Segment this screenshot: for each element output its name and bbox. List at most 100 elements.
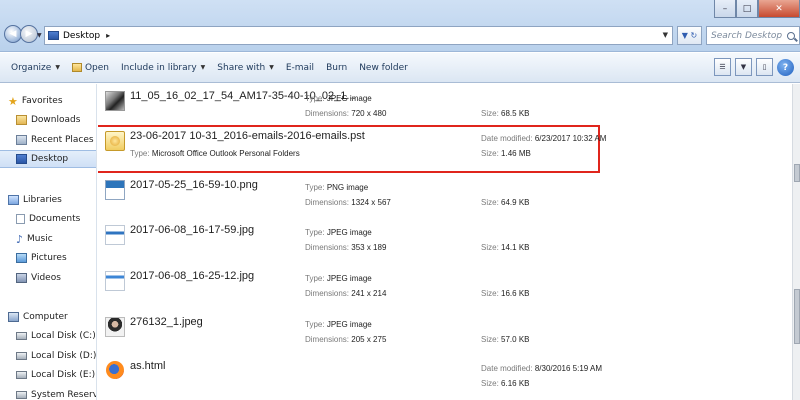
list-item[interactable]: 2017-05-25_16-59-10.png Type: PNG image … — [98, 177, 792, 221]
disk-icon — [16, 371, 27, 379]
nav-label: Music — [27, 234, 53, 244]
downloads-folder-icon — [16, 115, 27, 125]
file-dimensions: Dimensions: 720 x 480 — [305, 109, 387, 118]
file-date-modified: Date modified: 8/30/2016 5:19 AM — [481, 364, 602, 373]
file-date-modified: Date modified: 6/23/2017 10:32 AM — [481, 134, 607, 143]
search-icon[interactable] — [787, 31, 795, 40]
vertical-scrollbar[interactable] — [792, 84, 800, 400]
scroll-thumb[interactable] — [794, 164, 800, 182]
nav-downloads[interactable]: Downloads — [0, 111, 96, 129]
nav-local-disk-d[interactable]: Local Disk (D:) — [0, 347, 97, 365]
open-button[interactable]: Open — [66, 57, 115, 79]
address-bar[interactable]: Desktop ▸ ▼ — [44, 26, 673, 45]
file-name: 23-06-2017 10-31_2016-emails-2016-emails… — [130, 130, 365, 142]
refresh-button[interactable]: ▼ ↻ — [677, 26, 702, 45]
list-item[interactable]: 2017-06-08_16-25-12.jpg Type: JPEG image… — [98, 268, 792, 312]
image-thumbnail — [105, 271, 125, 291]
share-with-button[interactable]: Share with ▼ — [211, 57, 280, 79]
nav-label: Videos — [31, 273, 61, 283]
file-type: Type: Microsoft Office Outlook Personal … — [130, 149, 300, 158]
search-placeholder: Search Desktop — [711, 30, 783, 41]
preview-pane-icon: ▯ — [762, 63, 767, 71]
nav-label: Local Disk (E:) — [31, 370, 96, 380]
nav-local-disk-c[interactable]: Local Disk (C:) — [0, 327, 96, 345]
nav-videos[interactable]: Videos — [0, 269, 96, 287]
file-size: Size: 1.46 MB — [481, 149, 531, 158]
file-dimensions: Dimensions: 353 x 189 — [305, 243, 387, 252]
maximize-button[interactable]: □ — [736, 0, 758, 18]
search-input[interactable]: Search Desktop — [706, 26, 800, 45]
pictures-icon — [16, 253, 27, 263]
nav-label: Computer — [23, 312, 68, 322]
nav-music[interactable]: ♪ Music — [0, 230, 96, 248]
minimize-button[interactable]: – — [714, 0, 736, 18]
chevron-down-icon: ▼ — [55, 64, 60, 71]
command-bar: Organize ▼ Open Include in library ▼ Share… — [0, 53, 800, 83]
nav-libraries[interactable]: Libraries — [0, 191, 96, 209]
open-label: Open — [84, 62, 109, 73]
list-item[interactable]: 2017-06-08_16-17-59.jpg Type: JPEG image… — [98, 222, 792, 266]
star-icon: ★ — [8, 94, 18, 108]
nav-computer[interactable]: Computer — [0, 308, 96, 326]
forward-button[interactable]: ▶ — [20, 25, 38, 43]
file-type: Type: PNG image — [305, 183, 369, 192]
nav-documents[interactable]: Documents — [0, 210, 96, 228]
organize-button[interactable]: Organize ▼ — [5, 57, 66, 79]
address-location[interactable]: Desktop — [63, 31, 100, 41]
file-name: as.html — [130, 360, 166, 372]
file-type: Type: JPEG image — [305, 320, 372, 329]
file-dimensions: Dimensions: 1324 x 567 — [305, 198, 391, 207]
disk-icon — [16, 332, 27, 340]
file-type: Type: JPEG image — [305, 94, 372, 103]
image-thumbnail — [105, 317, 125, 337]
list-item[interactable]: as.html Date modified: 8/30/2016 5:19 AM… — [98, 358, 792, 400]
nav-recent-places[interactable]: Recent Places — [0, 131, 96, 149]
image-thumbnail — [105, 225, 125, 245]
file-name: 276132_1.jpeg — [130, 316, 203, 328]
list-item[interactable]: 276132_1.jpeg Type: JPEG image Dimension… — [98, 314, 792, 358]
navigation-pane: ★ Favorites Downloads Recent Places Deskt… — [0, 84, 97, 400]
scroll-thumb[interactable] — [794, 289, 800, 344]
title-bar: – □ ✕ ◀ ▶ ▼ Desktop ▸ ▼ ▼ ↻ Search Deskt… — [0, 0, 800, 52]
nav-favorites[interactable]: ★ Favorites — [0, 92, 96, 110]
nav-system-reserved[interactable]: System Reserved (I:) — [0, 386, 96, 400]
organize-label: Organize — [11, 62, 52, 73]
file-size: Size: 64.9 KB — [481, 198, 530, 207]
nav-local-disk-e[interactable]: Local Disk (E:) — [0, 366, 96, 384]
outlook-pst-icon — [105, 131, 125, 151]
file-name: 2017-06-08_16-17-59.jpg — [130, 224, 255, 236]
libraries-icon — [8, 195, 19, 205]
nav-label: Local Disk (D:) — [31, 351, 97, 361]
share-with-label: Share with — [217, 62, 266, 73]
new-folder-button[interactable]: New folder — [353, 57, 414, 79]
file-name: 2017-06-08_16-25-12.jpg — [130, 270, 255, 282]
preview-pane-button[interactable]: ▯ — [756, 58, 773, 76]
change-view-button[interactable]: ☰ — [714, 58, 731, 76]
recent-places-icon — [16, 135, 27, 145]
nav-desktop[interactable]: Desktop — [0, 150, 96, 168]
view-options-dropdown[interactable]: ▼ — [735, 58, 752, 76]
address-dropdown-icon[interactable]: ▼ — [663, 31, 668, 39]
chevron-down-icon: ▼ — [740, 63, 747, 71]
close-button[interactable]: ✕ — [758, 0, 800, 18]
breadcrumb-chevron-icon[interactable]: ▸ — [106, 31, 110, 40]
file-dimensions: Dimensions: 241 x 214 — [305, 289, 387, 298]
nav-label: Libraries — [23, 195, 62, 205]
nav-label: Favorites — [21, 96, 63, 106]
file-dimensions: Dimensions: 205 x 275 — [305, 335, 387, 344]
nav-label: System Reserved (I:) — [31, 390, 96, 400]
recent-pages-dropdown-icon[interactable]: ▼ — [37, 32, 42, 39]
nav-pictures[interactable]: Pictures — [0, 249, 96, 267]
include-in-library-button[interactable]: Include in library ▼ — [115, 57, 211, 79]
file-type: Type: JPEG image — [305, 274, 372, 283]
chevron-down-icon: ▼ — [269, 64, 274, 71]
refresh-icon: ▼ ↻ — [681, 31, 698, 40]
burn-button[interactable]: Burn — [320, 57, 353, 79]
music-note-icon: ♪ — [16, 232, 24, 246]
list-item[interactable]: 23-06-2017 10-31_2016-emails-2016-emails… — [98, 125, 792, 173]
desktop-icon — [16, 154, 27, 164]
image-thumbnail — [105, 91, 125, 111]
email-button[interactable]: E-mail — [280, 57, 320, 79]
help-button[interactable]: ? — [777, 59, 794, 76]
file-size: Size: 68.5 KB — [481, 109, 530, 118]
